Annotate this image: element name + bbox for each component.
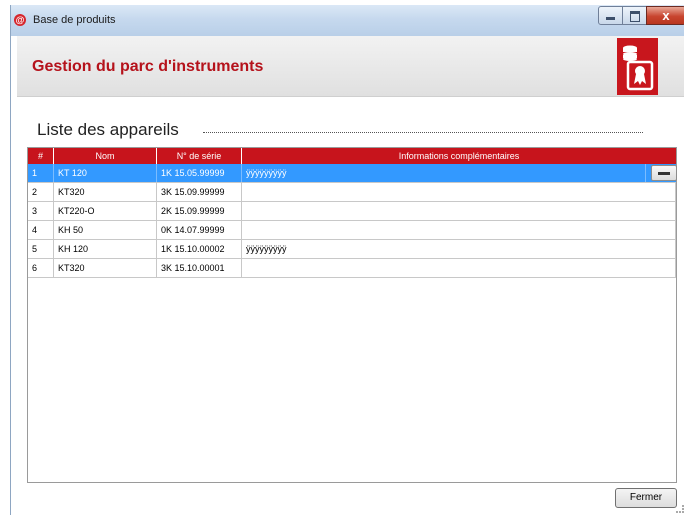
- close-icon: x: [662, 8, 670, 23]
- minimize-button[interactable]: [598, 6, 623, 25]
- row-name[interactable]: KT320: [54, 183, 157, 201]
- row-index: 3: [28, 202, 54, 220]
- row-info[interactable]: [242, 259, 676, 277]
- column-header-name[interactable]: Nom: [54, 148, 157, 164]
- row-name[interactable]: KT220-O: [54, 202, 157, 220]
- row-serial[interactable]: 3K 15.09.99999: [157, 183, 242, 201]
- row-serial[interactable]: 3K 15.10.00001: [157, 259, 242, 277]
- row-info[interactable]: ÿÿÿÿÿÿÿÿÿ: [242, 240, 676, 258]
- row-name[interactable]: KH 120: [54, 240, 157, 258]
- row-info[interactable]: [242, 221, 676, 239]
- window-title: Base de produits: [33, 14, 116, 26]
- header-band: Gestion du parc d'instruments: [17, 36, 684, 97]
- row-name[interactable]: KT 120: [54, 164, 157, 182]
- close-window-button[interactable]: x: [646, 6, 684, 25]
- instrument-table[interactable]: # Nom N° de série Informations complémen…: [27, 147, 677, 483]
- row-serial[interactable]: 0K 14.07.99999: [157, 221, 242, 239]
- application-window: @ Base de produits x Gestion du parc d'i…: [10, 5, 684, 515]
- column-header-info[interactable]: Informations complémentaires: [242, 148, 676, 164]
- resize-grip[interactable]: [676, 505, 684, 513]
- dotted-divider: [203, 132, 643, 133]
- row-serial[interactable]: 2K 15.09.99999: [157, 202, 242, 220]
- remove-row-button[interactable]: [651, 165, 677, 181]
- row-info[interactable]: ÿÿÿÿÿÿÿÿÿ: [242, 164, 646, 182]
- row-index: 5: [28, 240, 54, 258]
- row-index: 6: [28, 259, 54, 277]
- table-row[interactable]: 4 KH 50 0K 14.07.99999: [28, 221, 676, 240]
- section-title: Liste des appareils: [37, 120, 179, 139]
- column-header-index[interactable]: #: [28, 148, 54, 164]
- row-name[interactable]: KH 50: [54, 221, 157, 239]
- row-info[interactable]: [242, 183, 676, 201]
- column-header-serial[interactable]: N° de série: [157, 148, 242, 164]
- table-row[interactable]: 5 KH 120 1K 15.10.00002 ÿÿÿÿÿÿÿÿÿ: [28, 240, 676, 259]
- title-bar[interactable]: @ Base de produits x: [11, 5, 684, 36]
- table-row[interactable]: 3 KT220-O 2K 15.09.99999: [28, 202, 676, 221]
- row-serial[interactable]: 1K 15.05.99999: [157, 164, 242, 182]
- page-title: Gestion du parc d'instruments: [32, 58, 264, 75]
- table-row[interactable]: 2 KT320 3K 15.09.99999: [28, 183, 676, 202]
- database-certificate-icon: [617, 38, 658, 95]
- row-index: 2: [28, 183, 54, 201]
- table-row[interactable]: 6 KT320 3K 15.10.00001: [28, 259, 676, 278]
- row-index: 1: [28, 164, 54, 182]
- maximize-button[interactable]: [622, 6, 647, 25]
- row-index: 4: [28, 221, 54, 239]
- app-logo-icon: @: [14, 14, 26, 26]
- row-name[interactable]: KT320: [54, 259, 157, 277]
- row-serial[interactable]: 1K 15.10.00002: [157, 240, 242, 258]
- table-row[interactable]: 1 KT 120 1K 15.05.99999 ÿÿÿÿÿÿÿÿÿ: [28, 164, 677, 183]
- table-header: # Nom N° de série Informations complémen…: [28, 148, 676, 164]
- close-button[interactable]: Fermer: [615, 488, 677, 508]
- row-info[interactable]: [242, 202, 676, 220]
